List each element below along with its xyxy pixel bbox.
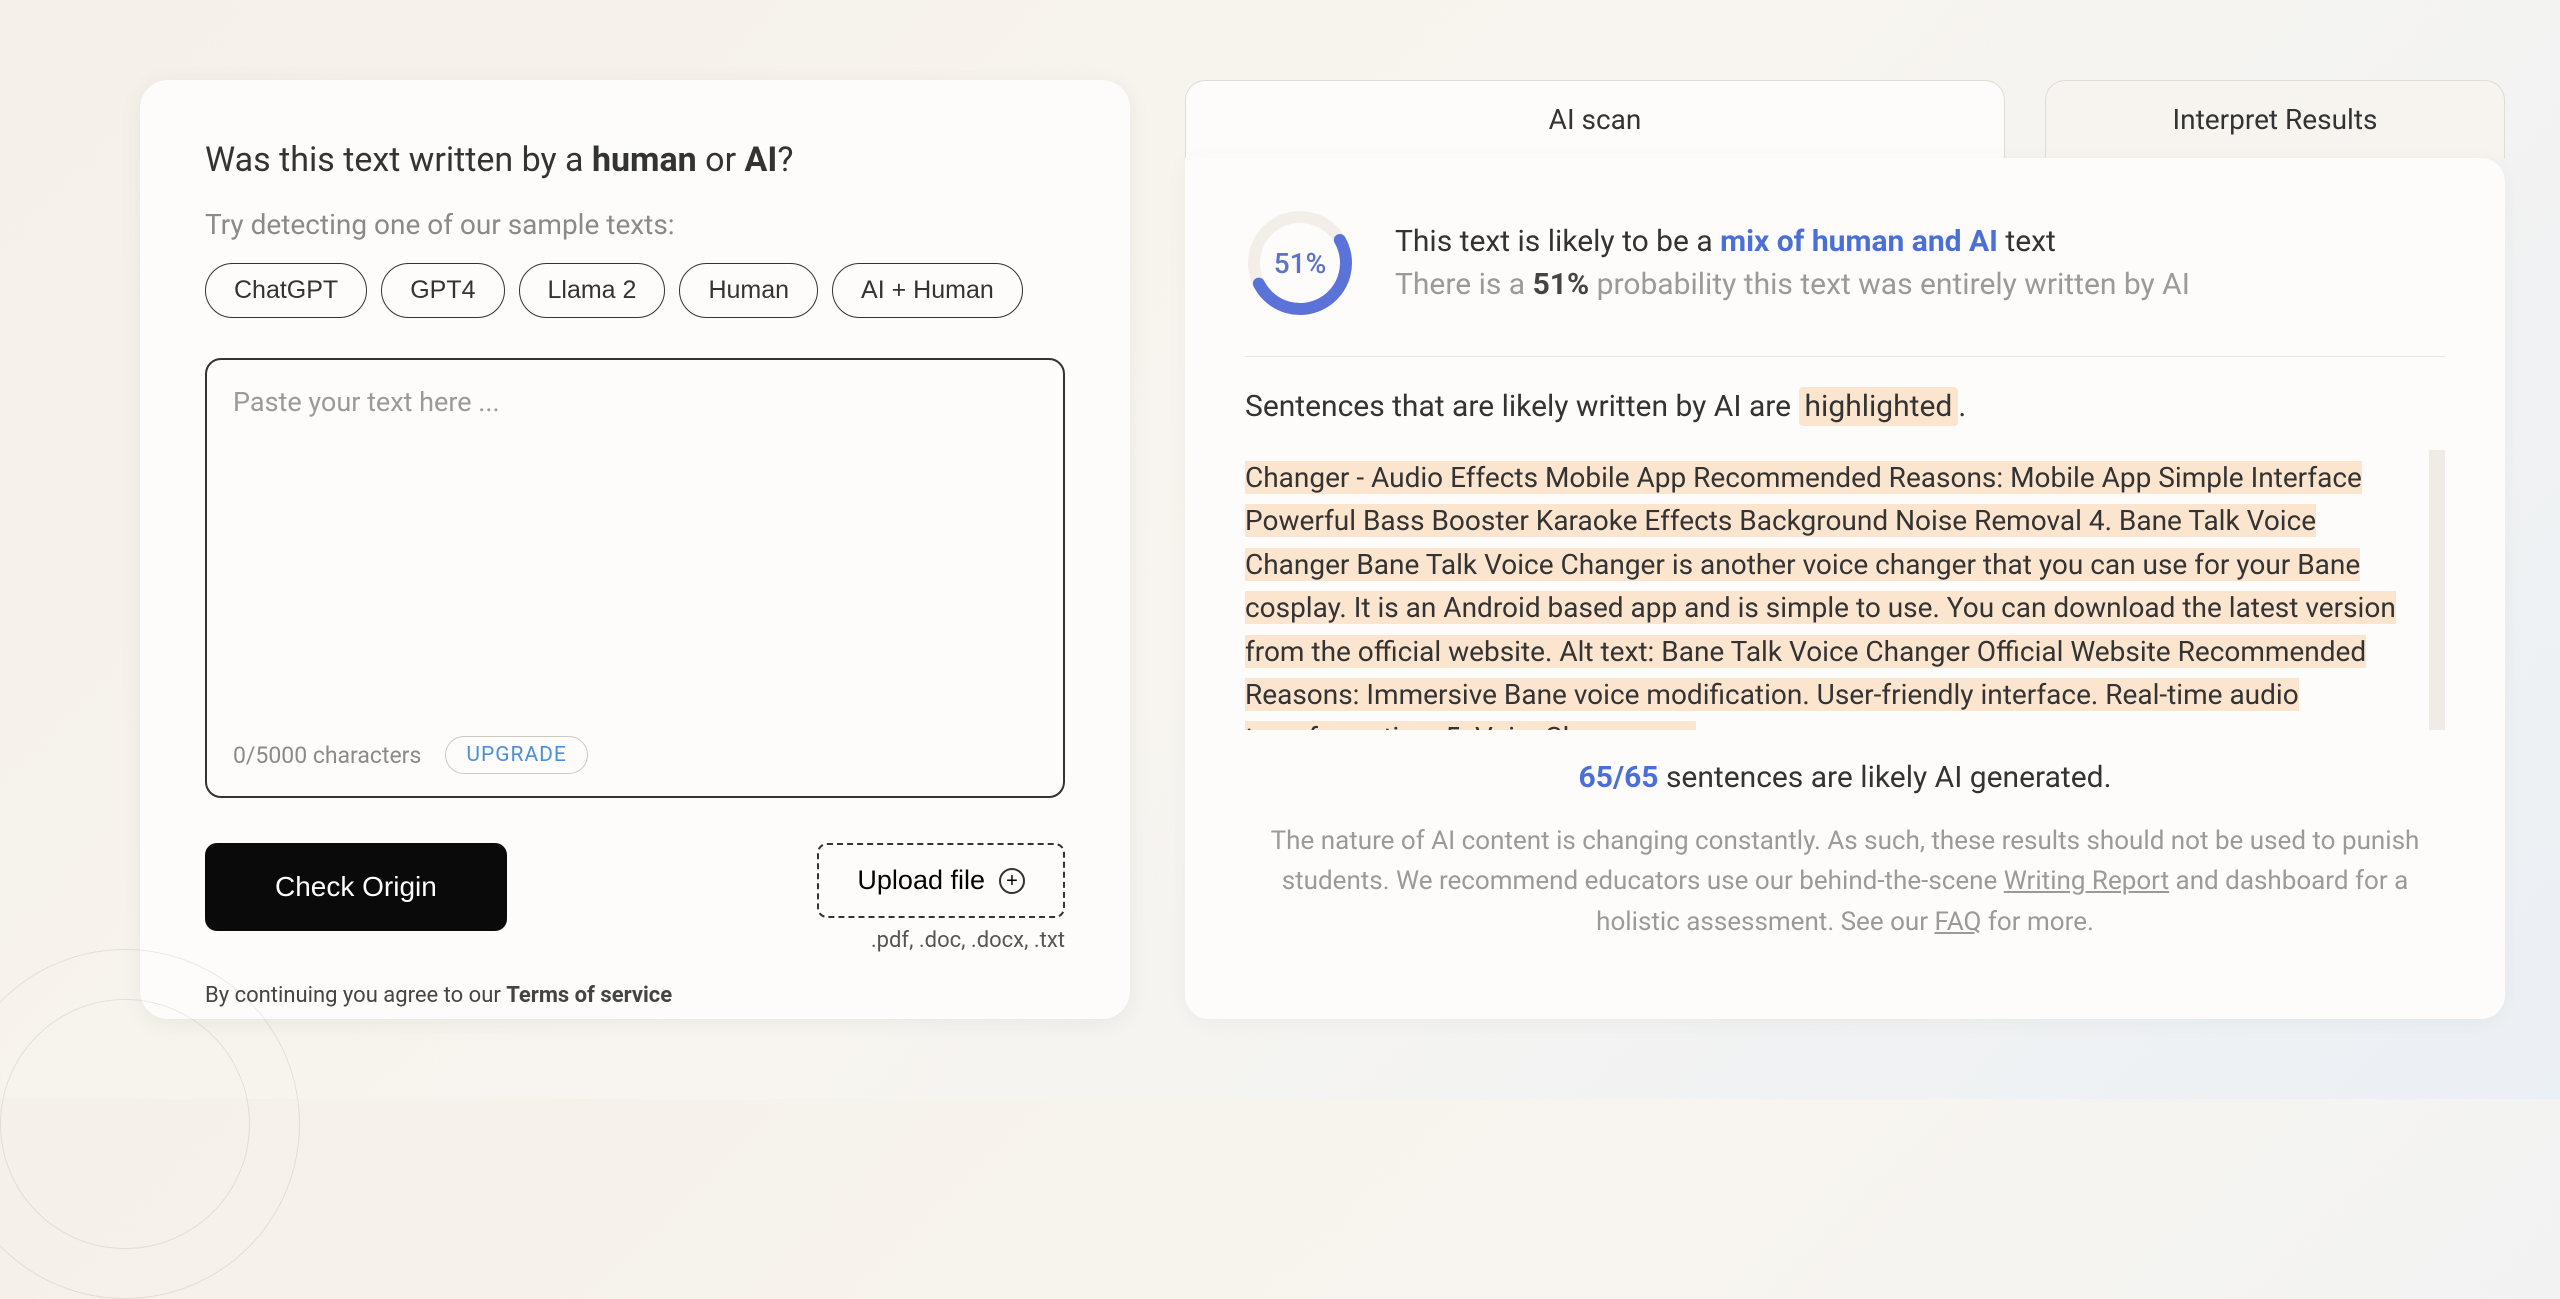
text-input-container: 0/5000 characters UPGRADE (205, 358, 1065, 798)
prob-value: 51% (1533, 267, 1590, 302)
heading-ai: AI (745, 140, 778, 180)
input-card: Was this text written by a human or AI? … (140, 80, 1130, 1019)
upload-plus-icon: + (999, 868, 1025, 894)
chip-llama2[interactable]: Llama 2 (519, 263, 666, 318)
highlight-explainer: Sentences that are likely written by AI … (1245, 389, 2445, 424)
results-disclaimer: The nature of AI content is changing con… (1245, 821, 2445, 942)
chip-chatgpt[interactable]: ChatGPT (205, 263, 367, 318)
prob-pre: There is a (1395, 267, 1533, 302)
tab-interpret-results[interactable]: Interpret Results (2045, 80, 2505, 158)
text-input[interactable] (233, 386, 1037, 736)
scrollbar-thumb[interactable] (2429, 610, 2445, 646)
char-count: 0/5000 characters (233, 742, 421, 769)
verdict-text: This text is likely to be a mix of human… (1395, 224, 2445, 302)
probability-gauge: 51% (1245, 208, 1355, 318)
accepted-file-types: .pdf, .doc, .docx, .txt (817, 928, 1065, 953)
tab-ai-scan[interactable]: AI scan (1185, 80, 2005, 158)
upgrade-button[interactable]: UPGRADE (445, 736, 588, 774)
scroll-up-arrow-icon[interactable]: ▴ (2434, 454, 2443, 482)
verdict-main-line: This text is likely to be a mix of human… (1395, 224, 2445, 259)
highlighted-text-body: Changer - Audio Effects Mobile App Recom… (1245, 461, 2396, 730)
chip-ai-human[interactable]: AI + Human (832, 263, 1023, 318)
tabs-row: AI scan Interpret Results (1185, 80, 2505, 158)
heading-human: human (592, 140, 697, 180)
sample-texts-label: Try detecting one of our sample texts: (205, 208, 1065, 241)
upload-section: Upload file + .pdf, .doc, .docx, .txt (817, 843, 1065, 953)
highlight-badge: highlighted (1799, 387, 1959, 426)
scroll-down-arrow-icon[interactable]: ▾ (2434, 698, 2443, 726)
tos-disclaimer: By continuing you agree to our Terms of … (205, 983, 1065, 1008)
verdict-sub-line: There is a 51% probability this text was… (1395, 267, 2445, 302)
upload-file-label: Upload file (857, 865, 985, 896)
sentence-count-summary: 65/65 sentences are likely AI generated. (1245, 760, 2445, 795)
heading-text-pre: Was this text written by a (205, 140, 592, 180)
verdict-row: 51% This text is likely to be a mix of h… (1245, 208, 2445, 357)
sample-chips-row: ChatGPT GPT4 Llama 2 Human AI + Human (205, 263, 1065, 318)
disclaimer-part3: for more. (1981, 907, 2093, 937)
heading-text-or: or (697, 140, 745, 180)
results-panel: 51% This text is likely to be a mix of h… (1185, 158, 2505, 1019)
analyzed-text-pane[interactable]: ▴ Changer - Audio Effects Mobile App Rec… (1245, 450, 2445, 730)
heading-text-post: ? (777, 140, 793, 180)
summary-post: sentences are likely AI generated. (1659, 760, 2112, 795)
chip-human[interactable]: Human (679, 263, 818, 318)
check-origin-button[interactable]: Check Origin (205, 843, 507, 931)
background-circle-decoration (0, 999, 250, 1249)
verdict-post: text (1998, 224, 2056, 259)
prob-post: probability this text was entirely writt… (1589, 267, 2190, 302)
verdict-pre: This text is likely to be a (1395, 224, 1720, 259)
highlight-pre: Sentences that are likely written by AI … (1245, 389, 1799, 424)
results-column: AI scan Interpret Results 51% This text … (1185, 80, 2505, 1019)
chip-gpt4[interactable]: GPT4 (381, 263, 504, 318)
char-count-row: 0/5000 characters UPGRADE (233, 736, 588, 774)
tos-link[interactable]: Terms of service (506, 983, 672, 1008)
faq-link[interactable]: FAQ (1935, 907, 1982, 937)
main-heading: Was this text written by a human or AI? (205, 140, 1065, 180)
action-row: Check Origin Upload file + .pdf, .doc, .… (205, 843, 1065, 953)
verdict-mix: mix of human and AI (1720, 224, 1998, 259)
gauge-percent: 51% (1245, 208, 1355, 318)
summary-count: 65/65 (1579, 760, 1659, 795)
highlight-post: . (1958, 389, 1966, 424)
upload-file-button[interactable]: Upload file + (817, 843, 1065, 918)
writing-report-link[interactable]: Writing Report (2004, 866, 2169, 896)
